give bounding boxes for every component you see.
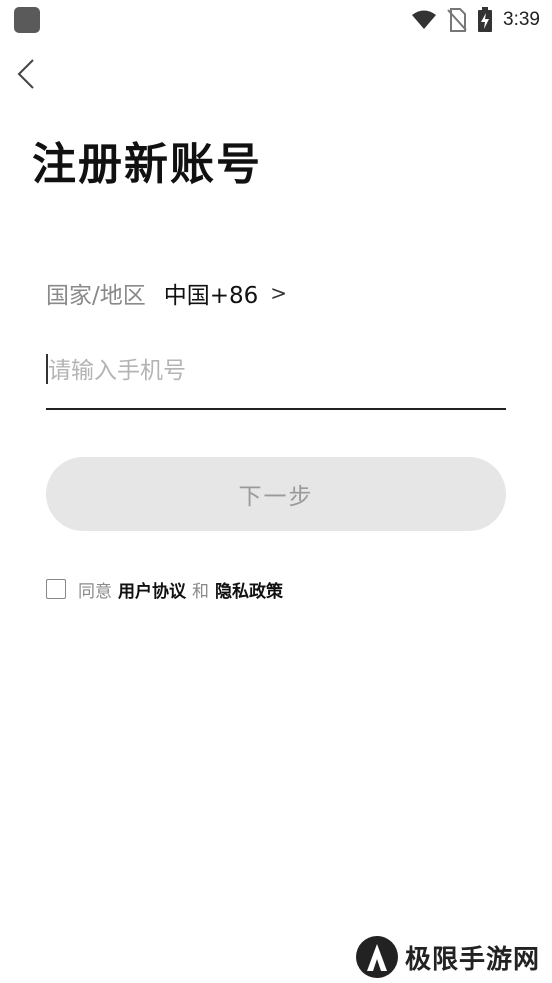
- status-bar: 3:39: [0, 0, 552, 40]
- back-button[interactable]: [8, 52, 44, 96]
- register-screen: 3:39 注册新账号 国家/地区 中国+86 > 下一步 同意 用户协议 和 隐…: [0, 0, 552, 983]
- agree-label: 同意: [78, 581, 112, 602]
- chevron-right-icon[interactable]: >: [270, 281, 287, 305]
- status-icons: 3:39: [411, 6, 540, 34]
- phone-field[interactable]: [46, 344, 506, 410]
- chevron-left-icon: [17, 59, 34, 89]
- app-notification-icon: [14, 7, 40, 33]
- watermark-text: 极限手游网: [404, 944, 540, 975]
- agreement-row: 同意 用户协议 和 隐私政策: [46, 576, 289, 602]
- page-title: 注册新账号: [32, 139, 262, 190]
- next-button[interactable]: 下一步: [46, 457, 506, 531]
- text-cursor: [46, 354, 48, 384]
- agree-checkbox[interactable]: [46, 579, 66, 599]
- watermark: 极限手游网: [355, 934, 540, 980]
- region-label: 国家/地区: [46, 283, 146, 309]
- user-agreement-link[interactable]: 用户协议: [118, 577, 186, 602]
- phone-input[interactable]: [46, 344, 506, 398]
- and-label: 和: [192, 581, 209, 602]
- clock-time: 3:39: [503, 9, 540, 30]
- privacy-policy-link[interactable]: 隐私政策: [215, 577, 283, 602]
- jixian-logo-icon: [355, 936, 398, 978]
- battery-charging-icon: [478, 7, 493, 32]
- no-sim-icon: [447, 8, 467, 32]
- wifi-icon: [412, 10, 437, 29]
- region-value[interactable]: 中国+86: [164, 276, 259, 310]
- region-selector[interactable]: 国家/地区 中国+86 >: [46, 276, 287, 310]
